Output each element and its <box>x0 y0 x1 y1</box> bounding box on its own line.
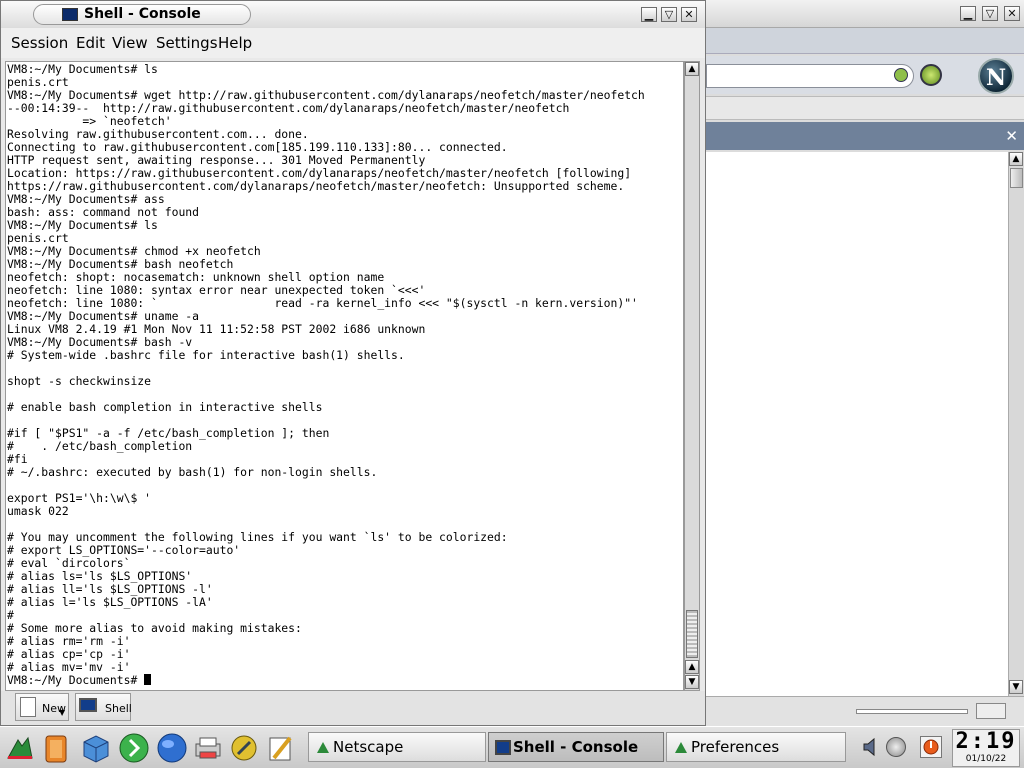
kde-menu-icon[interactable] <box>4 732 36 764</box>
console-window: Shell - Console ▁ ▽ ✕ Session Edit View … <box>0 0 706 726</box>
terminal-icon <box>495 740 511 755</box>
terminal-icon <box>79 698 97 712</box>
netscape-scrollbar[interactable]: ▲ ▼ <box>1008 152 1024 696</box>
window-title: Shell - Console <box>84 6 201 22</box>
terminal-line: # enable bash completion in interactive … <box>7 400 323 414</box>
terminal-scrollbar[interactable]: ▲ ▲ ▼ <box>684 61 700 691</box>
netscape-titlebar[interactable]: ▁ ▽ ✕ <box>704 0 1024 28</box>
home-cube-icon[interactable] <box>80 732 112 764</box>
scroll-down-icon[interactable]: ▼ <box>685 675 699 689</box>
security-icon[interactable] <box>976 703 1006 719</box>
netscape-icon <box>673 740 689 755</box>
runner-icon[interactable] <box>118 732 150 764</box>
task-preferences-label: Preferences <box>691 738 780 756</box>
netscape-url-row <box>704 56 1024 94</box>
globe-icon[interactable] <box>156 732 188 764</box>
network-icon[interactable] <box>886 737 906 757</box>
menu-view[interactable]: View <box>112 34 148 52</box>
netscape-toolbar <box>704 28 1024 54</box>
progress-slider <box>856 709 968 714</box>
maximize-icon[interactable]: ▽ <box>982 6 998 21</box>
editor-icon[interactable] <box>264 732 296 764</box>
task-netscape[interactable]: Netscape <box>308 732 486 762</box>
terminal-output: VM8:~/My Documents# ls penis.crt VM8:~/My … <box>7 63 645 687</box>
tools-icon[interactable] <box>228 732 260 764</box>
scroll-up-icon[interactable]: ▲ <box>685 62 699 76</box>
clock[interactable]: 2:19 01/10/22 <box>952 729 1020 767</box>
menu-edit[interactable]: Edit <box>76 34 105 52</box>
netscape-logo[interactable]: N <box>978 58 1014 94</box>
minimize-icon[interactable]: ▁ <box>641 7 657 22</box>
scroll-thumb[interactable] <box>1010 168 1023 188</box>
terminal-area[interactable]: VM8:~/My Documents# ls penis.crt VM8:~/My … <box>5 61 684 691</box>
netscape-icon <box>315 740 331 755</box>
taskbar: Netscape Shell - Console Preferences 2:1… <box>0 726 1024 768</box>
terminal-line: VM8:~/My Documents# ls <box>7 62 158 76</box>
sidebar-header: ✕ <box>704 122 1024 150</box>
netscape-personal-toolbar <box>704 96 1024 120</box>
terminal-line: # System-wide .bashrc file for interacti… <box>7 348 405 362</box>
terminal-prompt: VM8:~/My Documents# <box>7 673 145 687</box>
minimize-icon[interactable]: ▁ <box>960 6 976 21</box>
tab-shell-label: Shell <box>105 702 132 715</box>
menu-session[interactable]: Session <box>11 34 68 52</box>
scroll-up-icon[interactable]: ▲ <box>685 660 699 674</box>
menu-help[interactable]: Help <box>218 34 252 52</box>
scroll-thumb[interactable] <box>686 610 698 658</box>
clock-time: 2:19 <box>955 729 1017 754</box>
scroll-down-icon[interactable]: ▼ <box>1009 680 1023 694</box>
dropdown-icon[interactable] <box>894 68 908 82</box>
lifebuoy-help-icon[interactable] <box>40 732 72 764</box>
terminal-line: # . /etc/bash_completion <box>7 439 193 453</box>
task-preferences[interactable]: Preferences <box>666 732 846 762</box>
terminal-icon <box>62 8 78 21</box>
netscape-content-area <box>704 152 1008 696</box>
new-session-button[interactable]: New ▼ <box>15 693 69 721</box>
task-shell-console-label: Shell - Console <box>513 738 639 756</box>
speaker-icon[interactable] <box>862 737 880 757</box>
sidebar-close-icon[interactable]: ✕ <box>1005 127 1018 145</box>
tab-shell[interactable]: Shell <box>75 693 132 721</box>
close-icon[interactable]: ✕ <box>681 7 697 22</box>
clock-date: 01/10/22 <box>965 754 1007 764</box>
power-icon[interactable] <box>920 736 942 758</box>
chevron-down-icon[interactable]: ▼ <box>59 708 65 717</box>
netscape-window: ▁ ▽ ✕ N ✕ ▲ ▼ <box>704 0 1024 726</box>
close-icon[interactable]: ✕ <box>1004 6 1020 21</box>
terminal-line: export PS1='\h:\w\$ ' <box>7 491 152 505</box>
scroll-up-icon[interactable]: ▲ <box>1009 152 1023 166</box>
terminal-line: shopt -s checkwinsize <box>7 374 152 388</box>
title-pill: Shell - Console <box>33 4 251 25</box>
new-document-icon <box>20 697 36 717</box>
printer-icon[interactable] <box>192 732 224 764</box>
terminal-prompt-line: VM8:~/My Documents# <box>7 674 645 687</box>
terminal-line: # alias l='ls $LS_OPTIONS -lA' <box>7 595 213 609</box>
console-titlebar[interactable]: Shell - Console ▁ ▽ ✕ <box>1 1 705 28</box>
session-tabbar: New ▼ Shell <box>1 691 705 725</box>
terminal-line: # ~/.bashrc: executed by bash(1) for non… <box>7 465 378 479</box>
text-cursor <box>144 674 152 685</box>
task-netscape-label: Netscape <box>333 738 404 756</box>
terminal-line: VM8:~/My Documents# ls <box>7 218 158 232</box>
search-icon[interactable] <box>920 64 942 86</box>
terminal-line: umask 022 <box>7 504 69 518</box>
menu-settings[interactable]: Settings <box>156 34 218 52</box>
url-input[interactable] <box>706 64 914 88</box>
task-shell-console[interactable]: Shell - Console <box>488 732 664 762</box>
maximize-icon[interactable]: ▽ <box>661 7 677 22</box>
menubar: Session Edit View Settings Help <box>1 28 705 58</box>
netscape-statusbar <box>704 696 1024 726</box>
